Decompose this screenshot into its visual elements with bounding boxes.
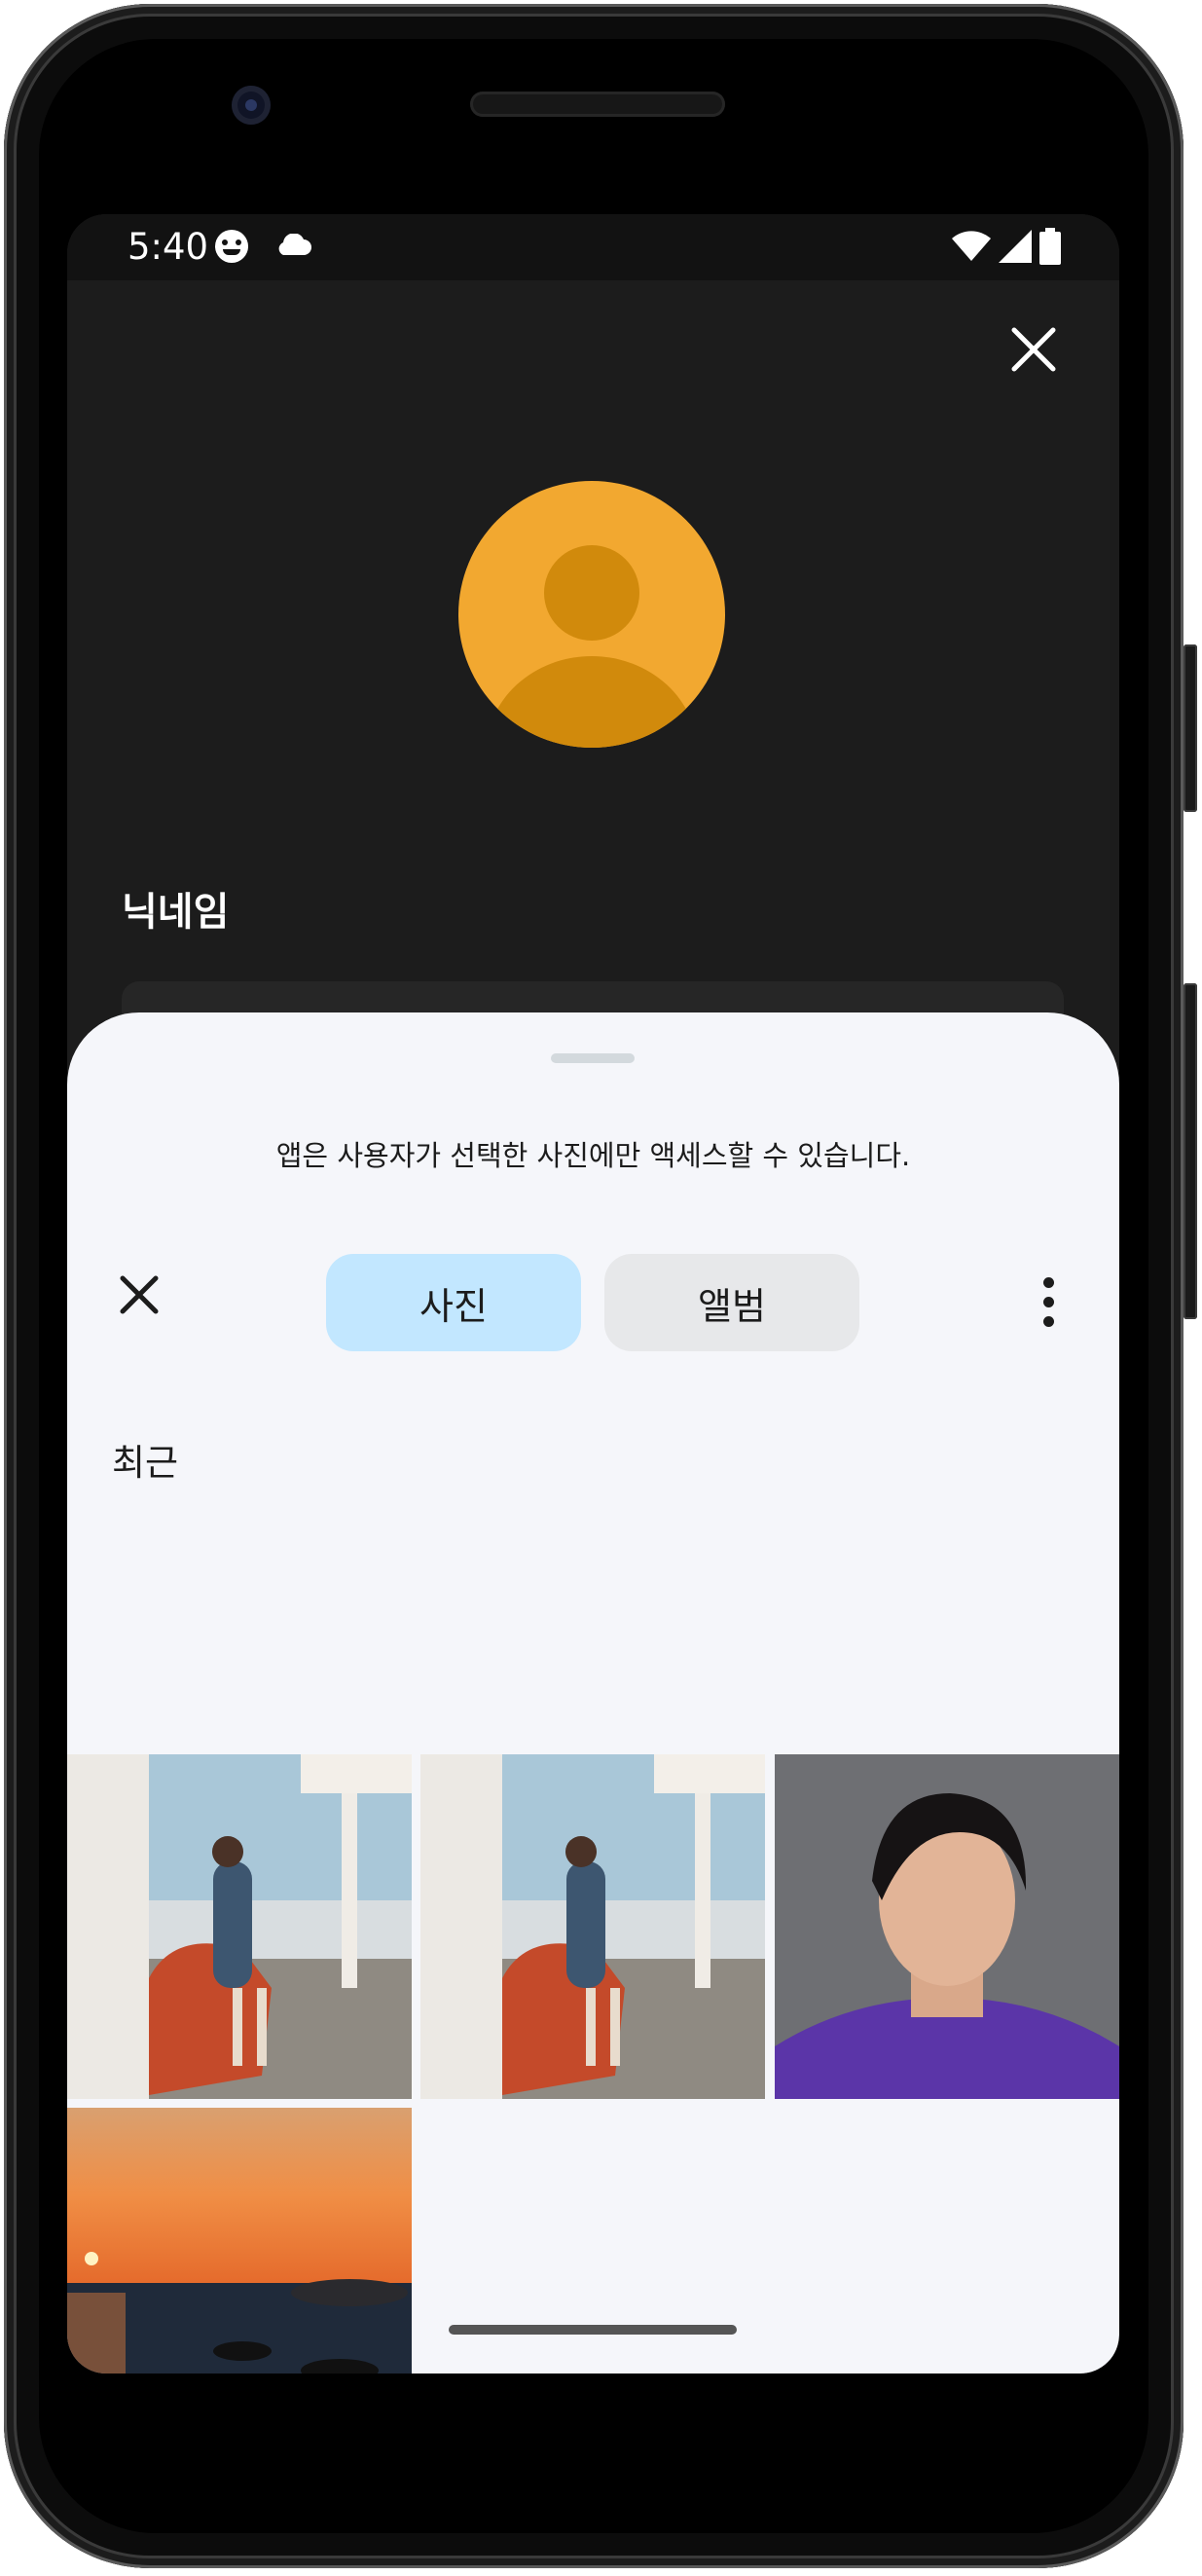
notification-app-icon xyxy=(215,230,248,263)
status-bar: 5:40 xyxy=(67,214,1119,280)
nickname-label: 닉네임 xyxy=(122,890,230,935)
power-button xyxy=(1184,644,1197,812)
photo-woman-red-car-1[interactable] xyxy=(67,1754,412,2099)
status-icons xyxy=(952,228,1061,265)
access-notice: 앱은 사용자가 선택한 사진에만 액세스할 수 있습니다. xyxy=(275,1139,911,1172)
avatar-head-shape xyxy=(544,545,639,641)
wifi-icon xyxy=(952,231,991,261)
photo-image xyxy=(420,1754,765,2099)
cloud-icon xyxy=(278,234,311,255)
photo-picker-sheet: 앱은 사용자가 선택한 사진에만 액세스할 수 있습니다. 사진 앨범 최근 xyxy=(67,1012,1119,2374)
more-options-button[interactable] xyxy=(1040,1273,1056,1332)
photo-image xyxy=(67,2108,412,2374)
avatar[interactable] xyxy=(458,481,725,748)
gesture-nav-handle[interactable] xyxy=(449,2325,737,2335)
close-icon xyxy=(1011,327,1056,372)
front-camera xyxy=(232,86,271,125)
earpiece-speaker xyxy=(470,92,725,117)
photo-image xyxy=(67,1754,412,2099)
avatar-body-shape xyxy=(486,656,698,748)
drag-handle[interactable] xyxy=(551,1053,635,1063)
volume-button xyxy=(1184,983,1197,1319)
section-title-recent: 최근 xyxy=(112,1442,179,1484)
screen: 5:40 닉네임 앱은 사용자가 선택한 사진에만 액세스할 수 있습니다. 사… xyxy=(67,214,1119,2374)
battery-icon xyxy=(1039,228,1061,265)
photo-man-portrait[interactable] xyxy=(775,1754,1119,2099)
photo-sunset-sea[interactable] xyxy=(67,2108,412,2374)
picker-close-button[interactable] xyxy=(112,1268,166,1322)
more-vert-dot xyxy=(1043,1297,1054,1307)
tab-photos-label: 사진 xyxy=(419,1284,488,1328)
more-vert-icon xyxy=(1043,1277,1054,1288)
tab-albums[interactable]: 앨범 xyxy=(604,1254,859,1351)
status-time: 5:40 xyxy=(127,226,209,268)
close-button[interactable] xyxy=(1002,317,1066,382)
signal-icon xyxy=(999,230,1032,263)
more-vert-dot xyxy=(1043,1316,1054,1327)
photo-woman-red-car-2[interactable] xyxy=(420,1754,765,2099)
tab-albums-label: 앨범 xyxy=(698,1284,766,1328)
close-icon xyxy=(120,1275,159,1314)
photo-image xyxy=(775,1754,1119,2099)
tab-photos[interactable]: 사진 xyxy=(326,1254,581,1351)
